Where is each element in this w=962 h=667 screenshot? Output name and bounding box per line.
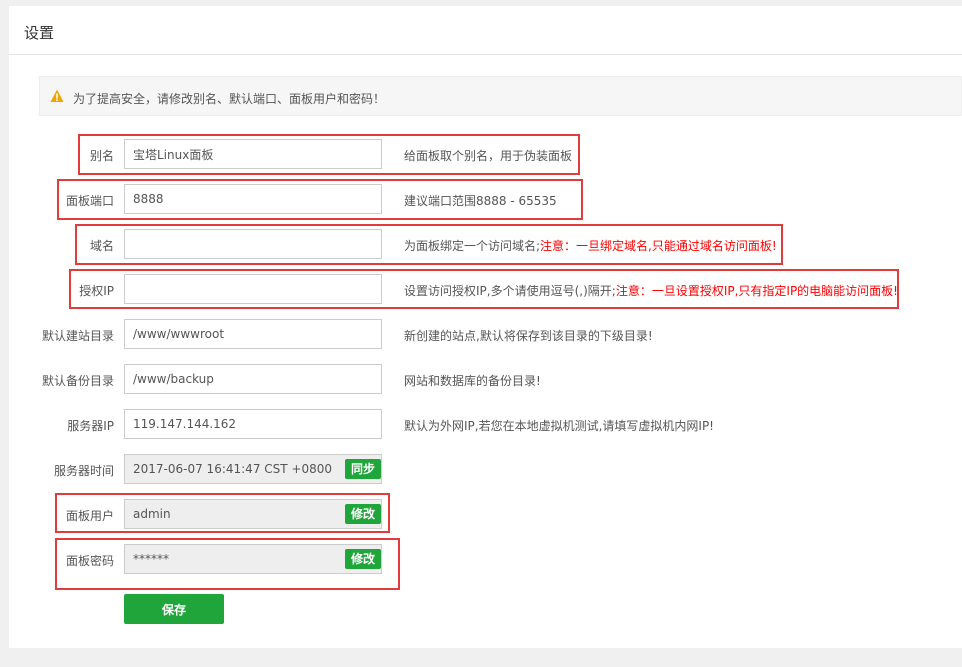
edit-password-button[interactable]: 修改	[345, 549, 382, 569]
domain-hint: 为面板绑定一个访问域名;注意：一旦绑定域名,只能通过域名访问面板!	[404, 237, 777, 254]
site-dir-label: 默认建站目录	[41, 329, 114, 343]
port-label: 面板端口	[65, 194, 114, 208]
warning-icon	[50, 89, 64, 102]
auth-ip-hint-text: 设置访问授权IP,多个请使用逗号(,)隔开;	[404, 284, 616, 298]
alias-hint: 给面板取个别名，用于伪装面板	[404, 149, 573, 163]
server-time-row: 服务器时间 同步	[9, 454, 962, 486]
alert-text: 为了提高安全，请修改别名、默认端口、面板用户和密码！	[73, 92, 386, 106]
server-time-input	[124, 454, 382, 484]
auth-ip-row: 授权IP 设置访问授权IP,多个请使用逗号(,)隔开;注意：一旦设置授权IP,只…	[9, 274, 962, 306]
alias-row: 别名 给面板取个别名，用于伪装面板	[9, 139, 962, 171]
edit-user-button[interactable]: 修改	[345, 504, 382, 524]
save-button[interactable]: 保存	[124, 594, 224, 624]
domain-label: 域名	[89, 239, 114, 253]
domain-input[interactable]	[124, 229, 382, 259]
page-header: 设置	[9, 6, 962, 55]
settings-panel: 设置 为了提高安全，请修改别名、默认端口、面板用户和密码！ 别名 给面板取个别名…	[9, 6, 962, 648]
port-row: 面板端口 建议端口范围8888 - 65535	[9, 184, 962, 216]
auth-ip-input[interactable]	[124, 274, 382, 304]
security-alert: 为了提高安全，请修改别名、默认端口、面板用户和密码！	[39, 76, 962, 116]
panel-password-input	[124, 544, 382, 574]
alias-label: 别名	[89, 149, 114, 163]
domain-hint-text: 为面板绑定一个访问域名;	[404, 239, 541, 253]
page-title: 设置	[24, 24, 55, 42]
panel-user-row: 面板用户 修改	[9, 499, 962, 531]
panel-user-label: 面板用户	[65, 509, 114, 523]
domain-warning: 注意：一旦绑定域名,只能通过域名访问面板!	[540, 239, 777, 253]
site-dir-input[interactable]	[124, 319, 382, 349]
server-ip-row: 服务器IP 默认为外网IP,若您在本地虚拟机测试,请填写虚拟机内网IP!	[9, 409, 962, 441]
server-ip-input[interactable]	[124, 409, 382, 439]
panel-user-input	[124, 499, 382, 529]
auth-ip-label: 授权IP	[79, 284, 114, 298]
port-hint: 建议端口范围8888 - 65535	[404, 194, 557, 208]
server-ip-label: 服务器IP	[67, 419, 114, 433]
backup-dir-label: 默认备份目录	[41, 374, 114, 388]
backup-dir-hint: 网站和数据库的备份目录!	[404, 374, 541, 388]
server-ip-hint: 默认为外网IP,若您在本地虚拟机测试,请填写虚拟机内网IP!	[404, 419, 714, 433]
domain-row: 域名 为面板绑定一个访问域名;注意：一旦绑定域名,只能通过域名访问面板!	[9, 229, 962, 261]
site-dir-hint: 新创建的站点,默认将保存到该目录的下级目录!	[404, 329, 653, 343]
site-dir-row: 默认建站目录 新创建的站点,默认将保存到该目录的下级目录!	[9, 319, 962, 351]
backup-dir-row: 默认备份目录 网站和数据库的备份目录!	[9, 364, 962, 396]
auth-ip-warning: 注意：一旦设置授权IP,只有指定IP的电脑能访问面板!	[615, 284, 898, 298]
auth-ip-hint: 设置访问授权IP,多个请使用逗号(,)隔开;注意：一旦设置授权IP,只有指定IP…	[404, 282, 898, 299]
port-input[interactable]	[124, 184, 382, 214]
panel-password-row: 面板密码 修改	[9, 544, 962, 576]
alias-input[interactable]	[124, 139, 382, 169]
backup-dir-input[interactable]	[124, 364, 382, 394]
panel-password-label: 面板密码	[65, 554, 114, 568]
sync-time-button[interactable]: 同步	[345, 459, 382, 479]
server-time-label: 服务器时间	[53, 464, 114, 478]
